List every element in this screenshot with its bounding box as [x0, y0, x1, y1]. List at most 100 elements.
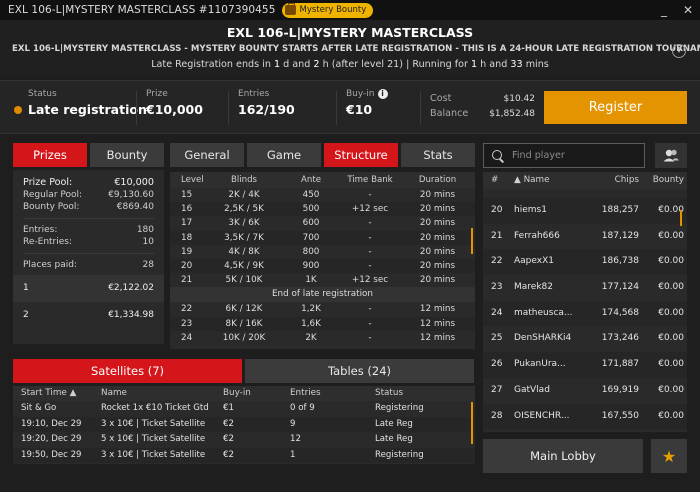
favorite-button[interactable]: ★: [651, 439, 687, 473]
divider: [136, 91, 137, 125]
col-ante[interactable]: Ante: [292, 172, 330, 188]
tab-satellites[interactable]: Satellites (7): [13, 359, 242, 383]
table-row[interactable]: 23 Marek82 177,124 €0.00: [483, 275, 687, 301]
entries-cell: 0 of 9: [290, 403, 315, 413]
table-row[interactable]: 24 matheusca... 174,568 €0.00: [483, 300, 687, 327]
duration-cell: 12 mins: [419, 332, 456, 343]
table-row[interactable]: 19:10, Dec 29 3 x 10€ | Ticket Satellite €…: [13, 416, 475, 432]
col-duration[interactable]: Duration: [410, 172, 465, 188]
chips-cell: 188,257: [601, 205, 639, 215]
col-buyin[interactable]: Buy-in: [223, 386, 290, 401]
tournament-header: EXL 106-L|MYSTERY MASTERCLASS EXL 106-L|…: [0, 20, 700, 76]
main-lobby-button[interactable]: Main Lobby: [483, 439, 643, 473]
table-row[interactable]: 24 10K / 20K 2K - 12 mins: [170, 331, 475, 345]
col-status[interactable]: Status: [375, 386, 470, 401]
level-cell: 19: [181, 246, 193, 257]
structure-table: Level Blinds Ante Time Bank Duration 15 2…: [170, 172, 475, 349]
col-rank[interactable]: #: [483, 172, 508, 189]
blinds-cell: 3K / 6K: [228, 218, 260, 229]
tab-bounty[interactable]: Bounty: [90, 143, 164, 167]
table-row[interactable]: 22 AapexX1 186,738 €0.00: [483, 249, 687, 276]
header-spacer: [483, 189, 687, 198]
bounty-cell: €0.00: [658, 205, 684, 215]
payout-amount: €2,122.02: [108, 283, 154, 293]
minimize-button[interactable]: _: [652, 3, 676, 17]
payout-position: 2: [23, 310, 29, 320]
col-bounty[interactable]: Bounty: [639, 172, 684, 189]
structure-scrollbar[interactable]: [471, 228, 473, 254]
table-row[interactable]: 22 6K / 12K 1,2K - 12 mins: [170, 302, 475, 316]
table-row[interactable]: 25 DenSHARKi4 173,246 €0.00: [483, 326, 687, 352]
expand-icon[interactable]: ▾: [672, 44, 686, 58]
table-row[interactable]: 18 3,5K / 7K 700 - 20 mins: [170, 230, 475, 245]
tab-tables[interactable]: Tables (24): [245, 359, 474, 383]
info-icon[interactable]: i: [377, 89, 388, 99]
tab-prizes[interactable]: Prizes: [13, 143, 87, 167]
col-chips[interactable]: Chips: [583, 172, 639, 189]
regular-pool-row: Regular Pool: €9,130.60: [13, 189, 164, 201]
divider: [23, 253, 154, 254]
chips-cell: 177,124: [601, 282, 639, 293]
tab-general[interactable]: General: [170, 143, 244, 167]
ante-cell: 1,2K: [301, 304, 321, 315]
player-search[interactable]: [483, 143, 645, 168]
tab-structure[interactable]: Structure: [324, 143, 398, 167]
table-row[interactable]: 15 2K / 4K 450 - 20 mins: [170, 188, 475, 202]
search-input[interactable]: [512, 150, 642, 161]
table-row[interactable]: Sit & Go Rocket 1x €10 Ticket Gtd €1 0 of 9…: [13, 401, 475, 417]
places-paid-label: Places paid:: [23, 260, 77, 270]
table-row[interactable]: 19 4K / 8K 800 - 20 mins: [170, 245, 475, 259]
cost-value: $10.42: [503, 94, 536, 104]
table-row[interactable]: 27 GatVlad 169,919 €0.00: [483, 378, 687, 404]
mystery-bounty-badge: Mystery Bounty: [281, 2, 374, 18]
name-cell: 5 x 10€ | Ticket Satellite: [101, 434, 206, 444]
table-row[interactable]: 23 8K / 16K 1,6K - 12 mins: [170, 316, 475, 331]
table-row[interactable]: 26 PukanUra... 171,887 €0.00: [483, 352, 687, 378]
table-row[interactable]: 21 5K / 10K 1K +12 sec 20 mins: [170, 273, 475, 287]
blinds-cell: 2K / 4K: [228, 190, 260, 200]
col-name[interactable]: Name: [101, 386, 223, 401]
table-row[interactable]: 28 OISENCHR... 167,550 €0.00: [483, 403, 687, 430]
regular-pool-label: Regular Pool:: [23, 190, 83, 200]
col-name[interactable]: ▲ Name: [508, 172, 583, 189]
satellites-scrollbar[interactable]: [471, 402, 473, 444]
duration-cell: 20 mins: [419, 275, 456, 286]
ante-cell: 600: [302, 218, 320, 229]
col-time-bank[interactable]: Time Bank: [330, 172, 410, 188]
buyin-block: Buy-in i €10: [346, 89, 388, 117]
table-row[interactable]: 20:20, Dec 293 x 10€ | Ticket Satellite€…: [13, 463, 475, 464]
col-entries[interactable]: Entries: [290, 386, 375, 401]
col-level[interactable]: Level: [170, 172, 204, 188]
level-cell: 15: [181, 190, 193, 200]
level-rows: 15 2K / 4K 450 - 20 mins 16 2,5K / 5K 500 +12 se…: [170, 188, 475, 287]
table-row[interactable]: 19:20, Dec 29 5 x 10€ | Ticket Satellite €…: [13, 432, 475, 448]
badge-label: Mystery Bounty: [299, 5, 367, 15]
table-row[interactable]: 29McAssistant165,363€0.00: [483, 429, 687, 432]
bounty-pool-row: Bounty Pool: €869.40: [13, 201, 164, 213]
end-late-registration-row: End of late registration: [170, 287, 475, 303]
col-blinds[interactable]: Blinds: [196, 172, 292, 188]
table-row[interactable]: 16 2,5K / 5K 500 +12 sec 20 mins: [170, 202, 475, 217]
reentries-label: Re-Entries:: [23, 237, 73, 247]
table-row[interactable]: 20 4,5K / 9K 900 - 20 mins: [170, 258, 475, 274]
table-row[interactable]: 17 3K / 6K 600 - 20 mins: [170, 216, 475, 230]
table-row[interactable]: 21 Ferrah666 187,129 €0.00: [483, 224, 687, 250]
prize-block: Prize €10,000: [146, 89, 203, 117]
status-cell: Registering: [375, 463, 470, 464]
time-bank-cell: -: [368, 190, 372, 200]
table-row[interactable]: 20 hiems1 188,257 €0.00: [483, 198, 687, 224]
tab-stats[interactable]: Stats: [401, 143, 475, 167]
tab-game[interactable]: Game: [247, 143, 321, 167]
ante-cell: 700: [302, 232, 320, 243]
register-button[interactable]: Register: [544, 91, 687, 124]
players-scrollbar[interactable]: [680, 210, 682, 226]
name-cell: 3 x 10€ | Ticket Satellite: [101, 449, 206, 460]
buyin-cell: €2: [223, 434, 234, 444]
close-button[interactable]: ✕: [676, 3, 700, 17]
players-button[interactable]: [655, 143, 687, 168]
status-cell: Late Reg: [375, 418, 413, 429]
status-label: Status: [28, 89, 57, 99]
late-text-4: mins: [525, 59, 549, 70]
table-row[interactable]: 19:50, Dec 29 3 x 10€ | Ticket Satellite €…: [13, 447, 475, 463]
col-start-time[interactable]: Start Time ▲: [13, 386, 101, 401]
